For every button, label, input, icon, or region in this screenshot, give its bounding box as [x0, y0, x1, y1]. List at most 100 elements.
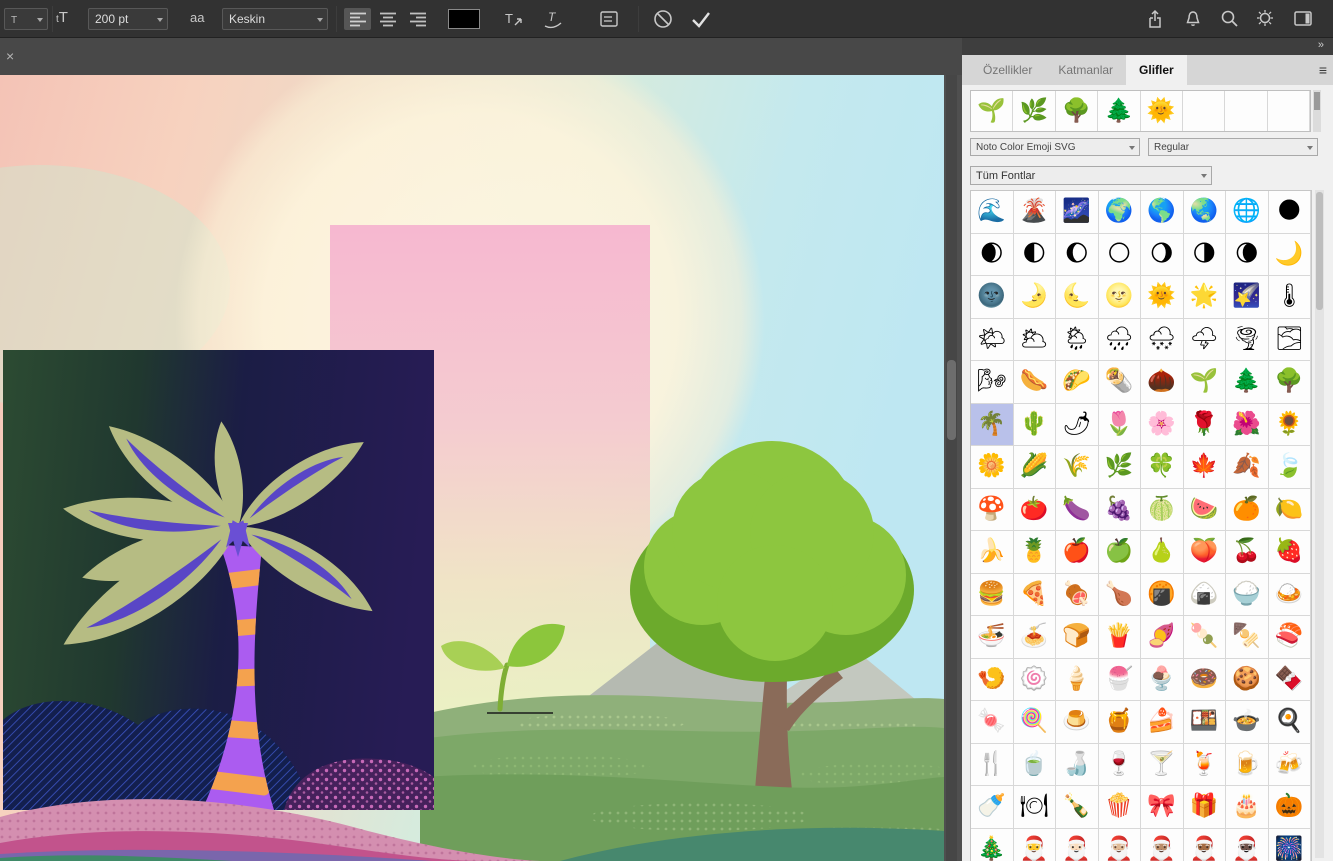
glyph-cell[interactable]: 🌩 [1184, 319, 1227, 362]
glyph-cell[interactable]: 🌍 [1099, 191, 1142, 234]
glyph-cell[interactable]: 🌿 [1099, 446, 1142, 489]
glyph-cell[interactable]: 🌚 [971, 276, 1014, 319]
anti-alias-dropdown[interactable]: Keskin [222, 8, 328, 30]
glyph-cell[interactable]: 🍘 [1141, 574, 1184, 617]
tab-properties[interactable]: Özellikler [970, 55, 1045, 85]
glyph-cell[interactable]: 🌶 [1056, 404, 1099, 447]
glyph-cell[interactable]: 🎃 [1269, 786, 1312, 829]
glyph-cell[interactable]: 🍚 [1226, 574, 1269, 617]
glyph-cell[interactable]: 🍫 [1269, 659, 1312, 702]
glyph-cell[interactable]: 🍊 [1226, 489, 1269, 532]
glyph-cell[interactable]: 🎅🏼 [1099, 829, 1142, 861]
glyph-cell[interactable]: 🍅 [1014, 489, 1057, 532]
glyph-cell[interactable]: 🌬 [971, 361, 1014, 404]
recent-glyph-cell[interactable] [1183, 91, 1225, 131]
glyph-cell[interactable]: 🌛 [1014, 276, 1057, 319]
glyph-cell[interactable]: 🌠 [1226, 276, 1269, 319]
glyph-cell[interactable]: 🌵 [1014, 404, 1057, 447]
glyph-cell[interactable]: 🎅🏾 [1184, 829, 1227, 861]
glyph-cell[interactable]: 🍕 [1014, 574, 1057, 617]
glyph-cell[interactable]: 🍉 [1184, 489, 1227, 532]
glyph-cell[interactable]: 🌼 [971, 446, 1014, 489]
warp-text-icon[interactable]: T [500, 7, 526, 31]
glyph-cell[interactable]: 🍭 [1014, 701, 1057, 744]
glyph-cell[interactable]: 🍦 [1056, 659, 1099, 702]
glyph-cell[interactable]: 🌏 [1184, 191, 1227, 234]
glyph-cell[interactable]: 🍣 [1269, 616, 1312, 659]
glyph-cell[interactable]: 🌨 [1141, 319, 1184, 362]
glyph-cell[interactable]: 🌊 [971, 191, 1014, 234]
glyph-cell[interactable]: 🌳 [1269, 361, 1312, 404]
glyph-cell[interactable]: 🍥 [1014, 659, 1057, 702]
placed-image-palm[interactable] [3, 350, 434, 810]
workspace-switcher-icon[interactable] [1290, 7, 1316, 31]
recent-glyph-cell[interactable] [1268, 91, 1310, 131]
glyph-cell[interactable]: 🌫 [1269, 319, 1312, 362]
scrollbar-thumb[interactable] [947, 360, 956, 440]
recent-glyph-cell[interactable] [1225, 91, 1267, 131]
glyph-cell[interactable]: 🍛 [1269, 574, 1312, 617]
glyph-cell[interactable]: 🍳 [1269, 701, 1312, 744]
glyph-cell[interactable]: 🌒 [971, 234, 1014, 277]
glyph-cell[interactable]: 🍸 [1141, 744, 1184, 787]
font-size-dropdown[interactable]: 200 pt [88, 8, 168, 30]
glyph-cell[interactable]: 🍿 [1099, 786, 1142, 829]
glyph-cell[interactable]: 🍩 [1184, 659, 1227, 702]
glyph-cell[interactable]: 🎄 [971, 829, 1014, 861]
glyph-cell[interactable]: 🌟 [1184, 276, 1227, 319]
glyph-cell[interactable]: 🌙 [1269, 234, 1312, 277]
glyph-cell[interactable]: 🍲 [1226, 701, 1269, 744]
glyph-cell[interactable]: 🍓 [1269, 531, 1312, 574]
recent-glyph-cell[interactable]: 🌿 [1013, 91, 1055, 131]
discover-lightbulb-icon[interactable] [1252, 7, 1278, 31]
glyph-cell[interactable]: 🌲 [1226, 361, 1269, 404]
glyph-cell[interactable]: 🎂 [1226, 786, 1269, 829]
tab-glyphs[interactable]: Glifler [1126, 55, 1187, 85]
glyph-cell[interactable]: 🍇 [1099, 489, 1142, 532]
glyph-cell[interactable]: 🍐 [1141, 531, 1184, 574]
glyph-cell[interactable]: 🌾 [1056, 446, 1099, 489]
glyph-cell[interactable]: 🍱 [1184, 701, 1227, 744]
recent-glyph-cell[interactable]: 🌳 [1056, 91, 1098, 131]
glyph-cell[interactable]: 🎅🏻 [1056, 829, 1099, 861]
glyph-cell[interactable]: 🌻 [1269, 404, 1312, 447]
font-filter-dropdown[interactable]: Tüm Fontlar [970, 166, 1212, 185]
glyph-cell[interactable]: 🍄 [971, 489, 1014, 532]
glyph-grid-scrollbar[interactable] [1315, 190, 1324, 858]
glyph-cell[interactable]: 🌔 [1056, 234, 1099, 277]
glyph-cell[interactable]: 🍤 [971, 659, 1014, 702]
glyph-cell[interactable]: 🍙 [1184, 574, 1227, 617]
glyph-cell[interactable]: 🎅 [1014, 829, 1057, 861]
glyph-cell[interactable]: 🌱 [1184, 361, 1227, 404]
glyph-cell[interactable]: 🌭 [1014, 361, 1057, 404]
glyph-cell[interactable]: 🌷 [1099, 404, 1142, 447]
search-icon[interactable] [1216, 7, 1242, 31]
glyph-cell[interactable]: 🍀 [1141, 446, 1184, 489]
glyph-cell[interactable]: 🎆 [1269, 829, 1312, 861]
collapse-panels-icon[interactable]: » [1318, 39, 1325, 51]
glyph-cell[interactable]: 🎅🏽 [1141, 829, 1184, 861]
glyph-cell[interactable]: 🍜 [971, 616, 1014, 659]
glyph-cell[interactable]: 🍒 [1226, 531, 1269, 574]
recent-glyph-cell[interactable]: 🌞 [1141, 91, 1183, 131]
recent-glyph-cell[interactable]: 🌱 [971, 91, 1013, 131]
tab-layers[interactable]: Katmanlar [1045, 55, 1126, 85]
glyph-cell[interactable]: 🌪 [1226, 319, 1269, 362]
align-left-button[interactable] [344, 8, 371, 30]
glyph-cell[interactable]: 🌓 [1014, 234, 1057, 277]
text-warp-arc-icon[interactable]: T [540, 7, 566, 31]
glyph-cell[interactable]: 🍼 [971, 786, 1014, 829]
glyph-cell[interactable]: 🌹 [1184, 404, 1227, 447]
glyph-cell[interactable]: 🌝 [1099, 276, 1142, 319]
glyph-cell[interactable]: 🌖 [1141, 234, 1184, 277]
glyph-cell[interactable]: 🍽 [1014, 786, 1057, 829]
scrollbar-thumb[interactable] [1316, 192, 1323, 310]
tool-preset-dropdown[interactable]: T [4, 8, 48, 30]
glyph-cell[interactable]: 🍹 [1184, 744, 1227, 787]
glyph-cell[interactable]: 🍈 [1141, 489, 1184, 532]
glyph-cell[interactable]: 🍔 [971, 574, 1014, 617]
glyph-cell[interactable]: 🍃 [1269, 446, 1312, 489]
glyph-cell[interactable]: 🌯 [1099, 361, 1142, 404]
share-icon[interactable] [1142, 7, 1168, 31]
glyph-cell[interactable]: 🌜 [1056, 276, 1099, 319]
